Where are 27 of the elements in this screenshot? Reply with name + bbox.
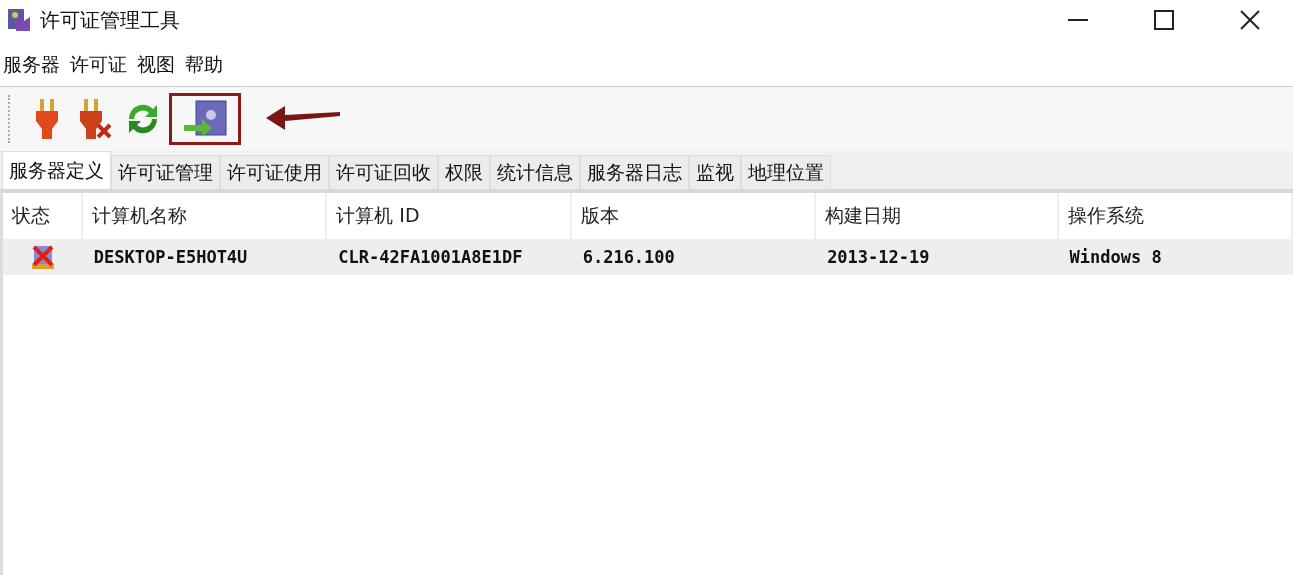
toolbar-button[interactable]	[169, 93, 241, 145]
menu-item[interactable]: 帮助	[182, 52, 226, 78]
plug-x-icon	[78, 99, 112, 139]
tab[interactable]: 许可证使用	[220, 155, 329, 189]
app-icon	[6, 7, 32, 33]
safe-arrow-icon	[182, 99, 228, 139]
maximize-icon	[1154, 10, 1174, 30]
minimize-icon	[1068, 19, 1088, 21]
table-cell-text: 2013-12-19	[826, 247, 931, 267]
tab[interactable]: 监视	[689, 155, 741, 189]
table-cell-text: Windows 8	[1068, 247, 1163, 267]
tab[interactable]: 地理位置	[741, 155, 831, 189]
close-icon	[1240, 10, 1260, 30]
table-cell-text: DESKTOP-E5HOT4U	[92, 247, 249, 267]
plug-icon	[34, 99, 60, 139]
tab[interactable]: 服务器定义	[2, 151, 111, 189]
table-cell-text: CLR-42FA1001A8E1DF	[337, 247, 524, 267]
tab[interactable]: 许可证管理	[111, 155, 220, 189]
tab[interactable]: 统计信息	[490, 155, 580, 189]
menu-item[interactable]: 服务器	[0, 52, 63, 78]
menu-item[interactable]: 视图	[134, 52, 178, 78]
tab[interactable]: 服务器日志	[580, 155, 689, 189]
tab[interactable]: 权限	[438, 155, 490, 189]
menu-item[interactable]: 许可证	[67, 52, 130, 78]
table-cell-text: 6.216.100	[581, 247, 676, 267]
window-title: 许可证管理工具	[40, 6, 181, 34]
tab[interactable]: 许可证回收	[329, 155, 438, 189]
